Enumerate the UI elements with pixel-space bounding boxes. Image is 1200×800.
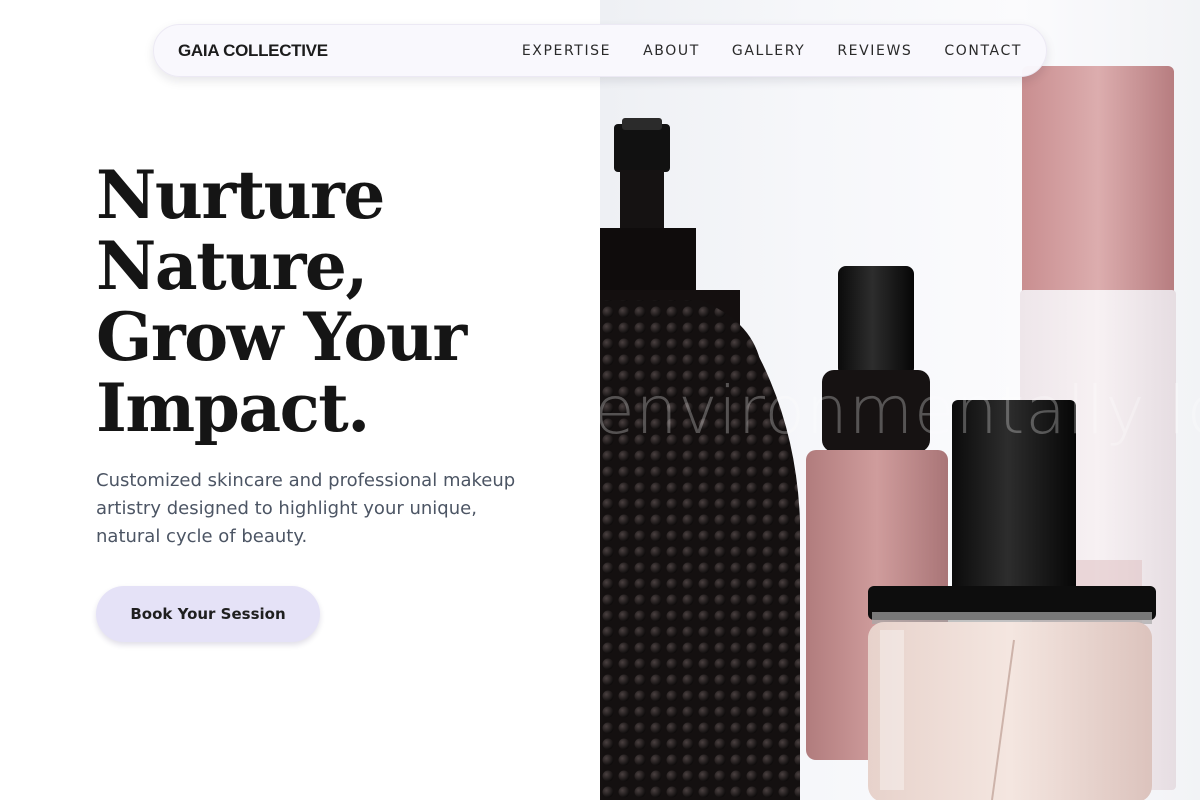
nav-link-contact[interactable]: CONTACT <box>944 43 1022 59</box>
hero-subtitle: Customized skincare and professional mak… <box>96 470 516 547</box>
top-navigation: GAIA COLLECTIVE EXPERTISE ABOUT GALLERY … <box>153 24 1047 77</box>
brand-logo[interactable]: GAIA COLLECTIVE <box>178 41 328 61</box>
nav-link-reviews[interactable]: REVIEWS <box>837 43 912 59</box>
headline-line: Nurture <box>96 156 385 234</box>
headline-line: Nature, <box>96 227 368 305</box>
image-overlay-text: environmentally lov <box>600 372 1200 449</box>
hero-headline: Nurture Nature, Grow Your Impact. <box>96 160 566 444</box>
nav-link-about[interactable]: ABOUT <box>643 43 700 59</box>
nav-link-gallery[interactable]: GALLERY <box>732 43 805 59</box>
headline-line: Impact. <box>96 369 370 447</box>
book-session-button[interactable]: Book Your Session <box>96 586 320 642</box>
hero-product-image: environmentally lov <box>600 0 1200 800</box>
nav-link-expertise[interactable]: EXPERTISE <box>522 43 611 59</box>
headline-line: Grow Your <box>96 298 467 376</box>
hero-copy: Nurture Nature, Grow Your Impact. Custom… <box>96 160 566 551</box>
nav-links: EXPERTISE ABOUT GALLERY REVIEWS CONTACT <box>522 43 1022 59</box>
